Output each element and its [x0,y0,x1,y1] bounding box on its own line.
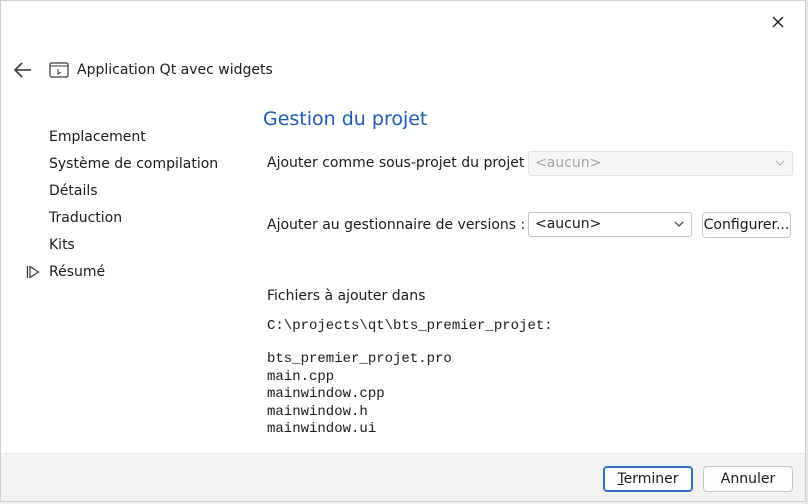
vcs-combobox[interactable]: <aucun> [528,212,692,237]
list-item: mainwindow.h [267,403,368,420]
sidebar-item-label: Détails [49,183,98,199]
sidebar-item-traduction[interactable]: Traduction [25,207,235,234]
list-item: mainwindow.ui [267,421,377,438]
sidebar-item-kits[interactable]: Kits [25,234,235,261]
files-list: bts_premier_projet.pro main.cpp mainwind… [267,351,452,439]
page-title: Gestion du projet [263,108,428,130]
files-target-path: C:\projects\qt\bts_premier_projet: [267,318,553,334]
finish-button[interactable]: Terminer [603,466,693,492]
list-item: mainwindow.cpp [267,386,385,403]
configure-button[interactable]: Configurer... [702,212,791,238]
sidebar-item-emplacement[interactable]: Emplacement [25,126,235,153]
files-to-add-label: Fichiers à ajouter dans [267,288,426,304]
subproject-label: Ajouter comme sous-projet du projet : [267,155,534,171]
sidebar-item-label: Système de compilation [49,156,219,172]
chevron-down-icon [674,221,684,227]
sidebar-item-resume[interactable]: Résumé [25,261,235,288]
sidebar-item-label: Traduction [49,210,123,226]
chevron-down-icon [775,160,785,166]
new-project-wizard-dialog: Application Qt avec widgets Emplacement … [0,0,806,502]
current-step-icon [26,265,40,279]
list-item: main.cpp [267,368,335,385]
close-icon [772,16,784,28]
vcs-combobox-value: <aucun> [535,216,602,232]
sidebar-item-label: Kits [49,237,75,253]
wizard-title: Application Qt avec widgets [77,62,273,78]
cancel-button[interactable]: Annuler [703,466,793,492]
application-window-icon [49,62,69,78]
close-button[interactable] [765,9,791,35]
sidebar-item-systeme-de-compilation[interactable]: Système de compilation [25,153,235,180]
sidebar-item-details[interactable]: Détails [25,180,235,207]
subproject-combobox: <aucun> [528,151,793,176]
back-arrow-icon[interactable] [11,58,35,82]
wizard-header: Application Qt avec widgets [11,57,273,83]
wizard-steps-sidebar: Emplacement Système de compilation Détai… [25,126,235,288]
sidebar-item-label: Emplacement [49,129,146,145]
list-item: bts_premier_projet.pro [267,351,452,367]
sidebar-item-label: Résumé [49,264,106,280]
wizard-footer: Terminer Annuler [1,453,805,501]
subproject-combobox-value: <aucun> [535,155,602,171]
vcs-label: Ajouter au gestionnaire de versions : [267,217,526,233]
